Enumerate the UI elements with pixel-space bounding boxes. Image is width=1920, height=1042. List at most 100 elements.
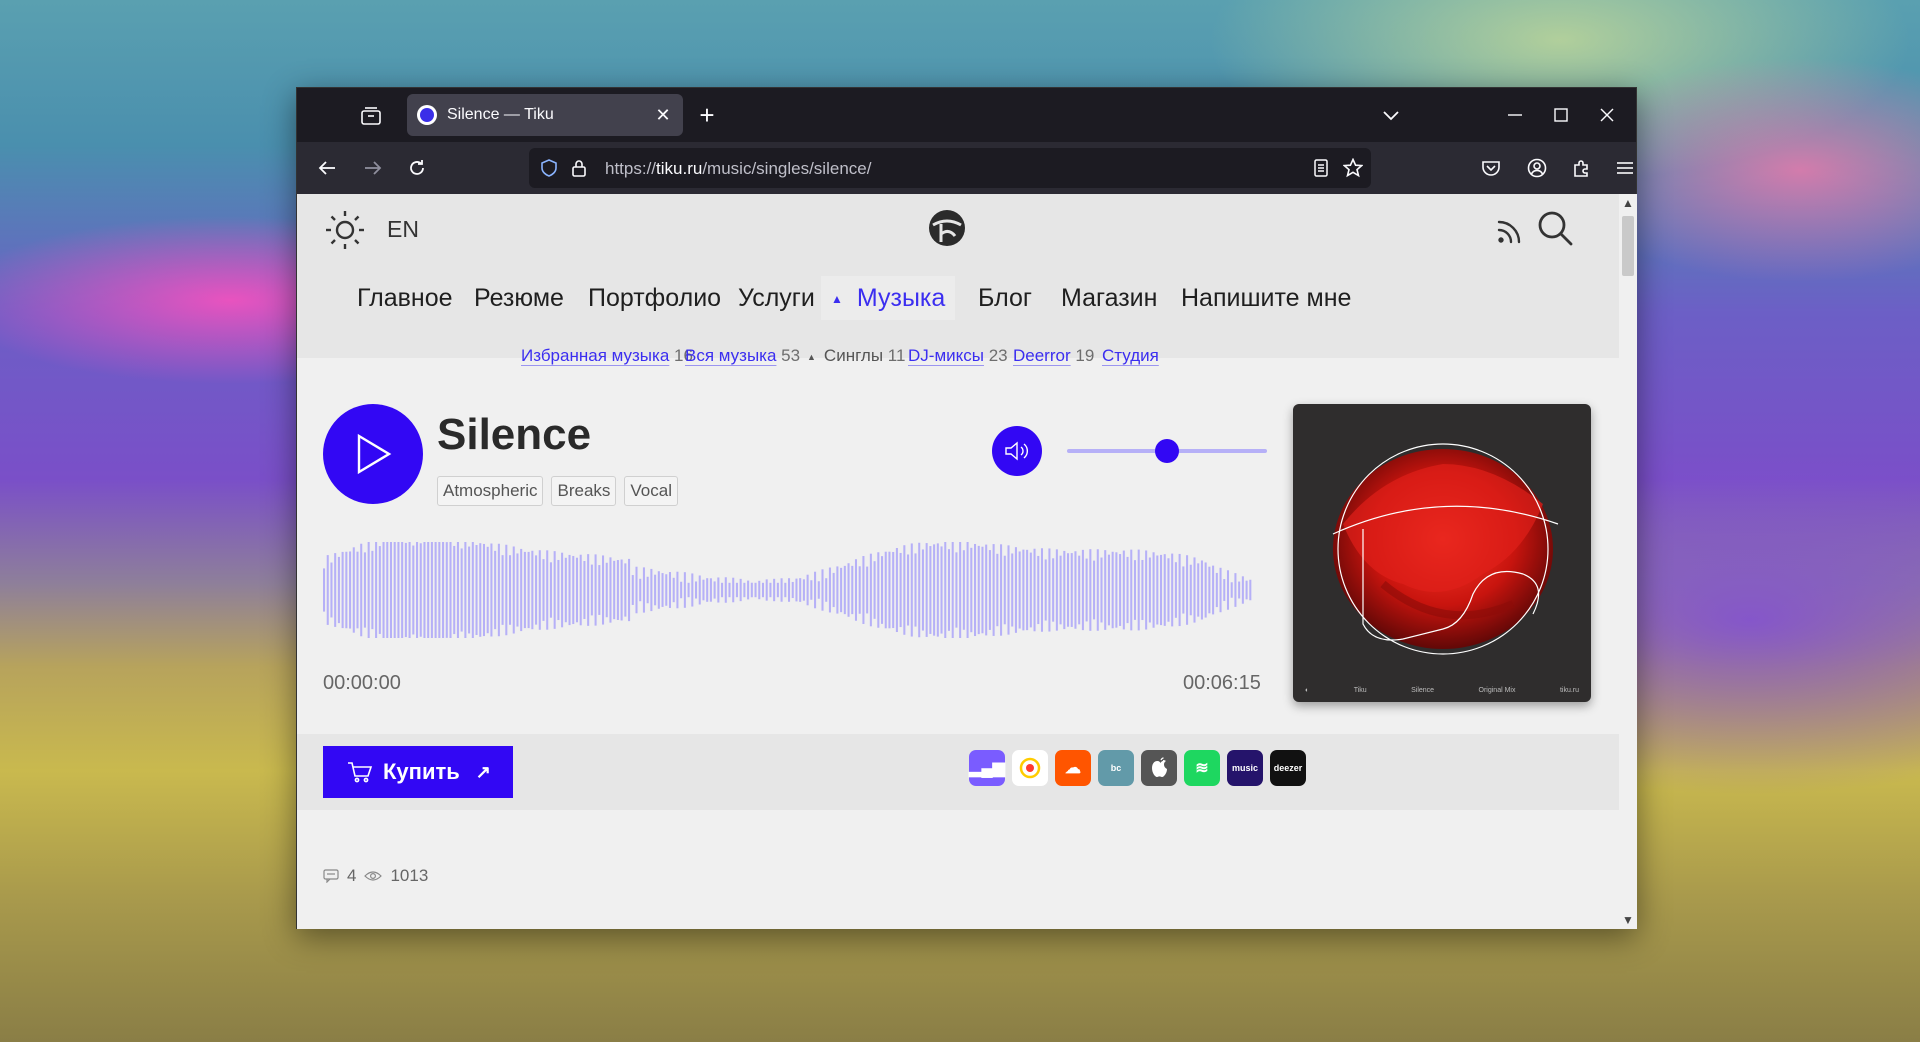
hamburger-menu-icon[interactable] <box>1609 152 1641 184</box>
waveform-bar <box>1126 556 1129 624</box>
tag[interactable]: Atmospheric <box>437 476 544 506</box>
nav-item-shop[interactable]: Магазин <box>1061 276 1157 320</box>
tracking-shield-icon[interactable] <box>537 156 561 180</box>
close-window-button[interactable] <box>1587 98 1627 132</box>
volume-button[interactable] <box>992 426 1042 476</box>
reload-icon[interactable] <box>401 152 433 184</box>
subnav-item-studio[interactable]: Студия <box>1102 346 1159 366</box>
tiku-logo-icon[interactable] <box>927 208 967 248</box>
bandcamp-icon[interactable]: bc <box>1098 750 1134 786</box>
tab-active[interactable]: Silence — Tiku ✕ <box>407 94 683 136</box>
forward-arrow-icon[interactable] <box>357 152 389 184</box>
waveform-bar <box>464 542 467 638</box>
waveform-bar <box>1096 549 1099 631</box>
subnav-item-singles[interactable]: ▲ Синглы 11 <box>807 346 905 366</box>
soundcloud-icon[interactable]: ☁ <box>1055 750 1091 786</box>
waveform-bar <box>1167 558 1170 622</box>
apple-music-icon[interactable] <box>1141 750 1177 786</box>
scroll-up-icon[interactable]: ▲ <box>1619 194 1637 212</box>
waveform-bar <box>1048 548 1051 632</box>
bookmark-star-icon[interactable] <box>1341 156 1365 180</box>
back-arrow-icon[interactable] <box>311 152 343 184</box>
waveform-bar <box>743 582 746 598</box>
waveform-bar <box>523 551 526 629</box>
tag[interactable]: Breaks <box>551 476 617 506</box>
rss-feed-icon[interactable] <box>1495 212 1529 246</box>
page-scrollbar[interactable]: ▲ ▼ <box>1619 194 1637 929</box>
waveform-bar <box>430 542 433 638</box>
pocket-icon[interactable] <box>1475 152 1507 184</box>
waveform-bar <box>832 572 835 608</box>
nav-item-portfolio[interactable]: Портфолио <box>588 276 721 320</box>
waveform-bar <box>505 544 508 636</box>
nav-item-main[interactable]: Главное <box>357 276 453 320</box>
waveform-bar <box>1100 557 1103 623</box>
subnav-item-deerror[interactable]: Deerror 19 <box>1013 346 1094 366</box>
waveform-bar <box>854 559 858 621</box>
volume-slider[interactable] <box>1067 439 1267 463</box>
deezer-icon[interactable]: deezer <box>1270 750 1306 786</box>
waveform-bar <box>1174 562 1177 618</box>
lock-icon[interactable] <box>567 156 591 180</box>
tab-close-icon[interactable]: ✕ <box>653 105 673 125</box>
buy-button[interactable]: Купить ↗ <box>323 746 513 798</box>
scroll-down-icon[interactable]: ▼ <box>1619 911 1637 929</box>
waveform-bar <box>802 579 805 601</box>
cover-site: tiku.ru <box>1559 687 1579 694</box>
waveform-bar <box>1055 549 1058 631</box>
waveform-bar <box>687 582 690 598</box>
waveform-bar <box>1122 550 1125 630</box>
comment-count[interactable]: 4 <box>347 866 356 886</box>
reader-view-icon[interactable] <box>1309 156 1333 180</box>
waveform-bar <box>579 554 582 626</box>
yandex-music-icon[interactable] <box>1012 750 1048 786</box>
cover-logo-icon: ◐ <box>1305 687 1310 694</box>
waveform-bar <box>583 561 586 619</box>
waveform-bar <box>892 551 895 629</box>
extensions-icon[interactable] <box>1565 152 1597 184</box>
waveform-bar <box>594 554 597 626</box>
tab-overview-icon[interactable] <box>357 102 385 130</box>
waveform[interactable] <box>323 538 1253 642</box>
vk-music-icon[interactable]: ▂▄▆ <box>969 750 1005 786</box>
waveform-bar <box>605 562 608 618</box>
subnav-item-dj-mixes[interactable]: DJ-миксы 23 <box>908 346 1008 366</box>
waveform-bar <box>977 545 980 635</box>
nav-item-services[interactable]: Услуги <box>738 276 815 320</box>
waveform-bar <box>657 571 660 609</box>
language-switch[interactable]: EN <box>387 216 419 243</box>
url-bar[interactable]: https://tiku.ru/music/singles/silence/ <box>529 148 1371 188</box>
minimize-button[interactable] <box>1495 98 1535 132</box>
waveform-bar <box>509 555 512 625</box>
sun-theme-icon[interactable] <box>323 208 367 252</box>
spotify-icon[interactable]: ≋ <box>1184 750 1220 786</box>
account-icon[interactable] <box>1521 152 1553 184</box>
amazon-music-icon[interactable]: music <box>1227 750 1263 786</box>
scroll-thumb[interactable] <box>1622 216 1634 276</box>
tag[interactable]: Vocal <box>624 476 678 506</box>
search-icon[interactable] <box>1535 208 1575 248</box>
waveform-bar <box>442 542 445 638</box>
waveform-bar <box>326 555 329 625</box>
nav-item-contact[interactable]: Напишите мне <box>1181 276 1351 320</box>
waveform-bar <box>680 581 683 599</box>
nav-item-resume[interactable]: Резюме <box>474 276 564 320</box>
nav-item-blog[interactable]: Блог <box>978 276 1032 320</box>
waveform-bar <box>739 578 742 602</box>
subnav-item-favorites[interactable]: Избранная музыка 16 <box>521 346 693 366</box>
waveform-bar <box>628 558 631 622</box>
new-tab-button[interactable]: + <box>693 102 721 130</box>
play-button[interactable] <box>323 404 423 504</box>
waveform-bar <box>516 553 519 627</box>
waveform-bar <box>962 550 965 630</box>
list-tabs-chevron-icon[interactable] <box>1377 102 1405 130</box>
nav-item-music[interactable]: ▲ Музыка <box>821 276 956 320</box>
waveform-bar <box>501 555 504 625</box>
volume-knob[interactable] <box>1155 439 1179 463</box>
maximize-button[interactable] <box>1541 98 1581 132</box>
buy-label: Купить <box>383 759 460 784</box>
waveform-bar <box>992 544 995 636</box>
subnav-item-all-music[interactable]: Вся музыка 53 <box>685 346 800 366</box>
music-subnav: Избранная музыка 16 Вся музыка 53 ▲ Сингл… <box>297 346 1619 380</box>
waveform-bar <box>434 542 437 638</box>
